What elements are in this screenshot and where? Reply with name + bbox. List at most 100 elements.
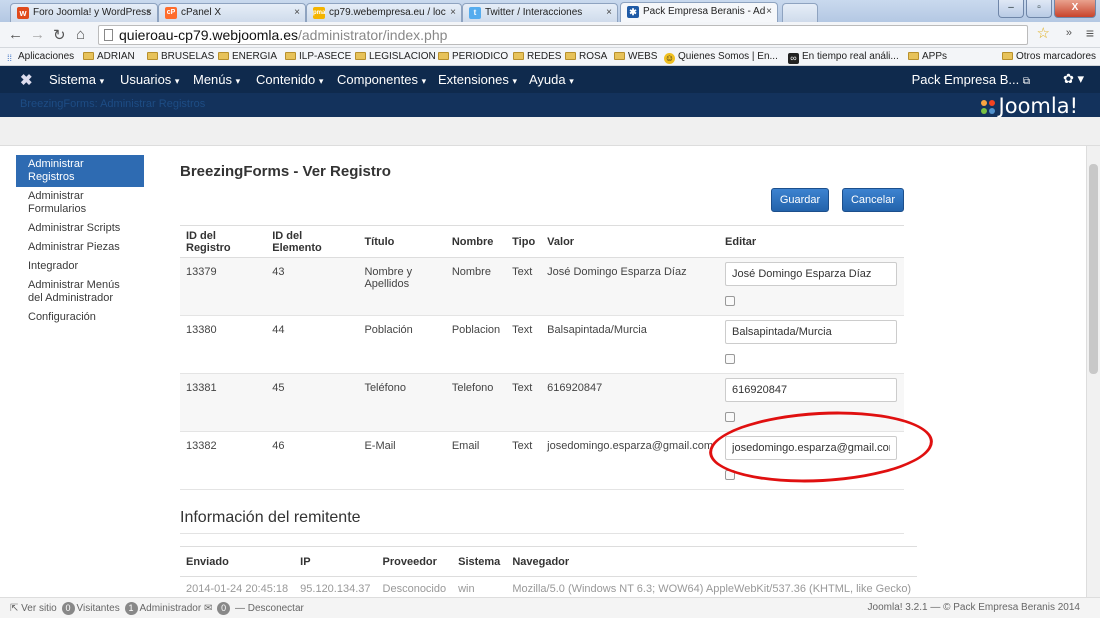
close-icon[interactable]: × — [766, 6, 772, 17]
mail-icon[interactable]: ✉ — [204, 603, 212, 614]
sidebar-item-formularios[interactable]: Administrar Formularios — [16, 187, 144, 219]
minimize-icon[interactable]: – — [998, 0, 1024, 18]
bookmark-folder[interactable]: ENERGIA — [218, 51, 277, 62]
column-header[interactable]: Valor — [541, 225, 720, 258]
cell-id: 13382 — [180, 431, 267, 490]
bookmark-star-icon[interactable]: ☆ — [1037, 24, 1050, 42]
browser-tab[interactable]: pma cp79.webempresa.eu / loc × — [306, 3, 462, 22]
window-close-icon[interactable]: X — [1054, 0, 1096, 18]
edit-value-input[interactable] — [725, 378, 898, 402]
joomla-x-icon[interactable]: ✖ — [20, 71, 33, 89]
cancel-button[interactable]: Cancelar — [842, 188, 904, 212]
back-arrow-icon[interactable]: ← — [8, 26, 23, 43]
menu-componentes[interactable]: Componentes ▾ — [337, 72, 426, 87]
joomla-favicon-icon: ✱ — [627, 6, 639, 18]
column-header[interactable]: Nombre — [445, 225, 507, 258]
caret-down-icon: ▾ — [318, 76, 324, 86]
status-left: ⇱ Ver sitio 0 Visitantes 1 Administrador ✉… — [10, 602, 304, 615]
bookmark-folder[interactable]: BRUSELAS — [147, 51, 214, 62]
close-icon[interactable]: × — [606, 7, 612, 18]
bookmark-label: Quienes Somos | En... — [678, 51, 778, 62]
page-icon — [104, 29, 113, 41]
reload-icon[interactable]: ↻ — [53, 26, 66, 44]
maximize-icon[interactable]: ▫ — [1026, 0, 1052, 18]
bookmark-link[interactable]: ☺ Quienes Somos | En... — [664, 51, 778, 64]
bookmark-folder[interactable]: LEGISLACION — [355, 51, 436, 62]
joomla-navbar: ✖ Sistema ▾ Usuarios ▾ Menús ▾ Contenido… — [0, 66, 1100, 93]
edit-value-input[interactable] — [725, 320, 898, 344]
records-table: ID del Registro ID del Elemento Título N… — [180, 225, 904, 490]
bookmark-folder[interactable]: WEBS — [614, 51, 657, 62]
folder-icon — [438, 52, 449, 60]
gear-icon[interactable]: ✿ ▾ — [1063, 71, 1084, 87]
browser-tab[interactable]: t Twitter / Interacciones × — [462, 3, 618, 22]
bookmark-folder-other[interactable]: Otros marcadores — [1002, 51, 1096, 62]
menu-extensiones[interactable]: Extensiones ▾ — [438, 72, 517, 87]
column-header: IP — [294, 546, 377, 577]
divider — [180, 533, 904, 534]
cell-name: Poblacion — [445, 315, 507, 374]
forward-arrow-icon[interactable]: → — [30, 26, 45, 43]
menu-ayuda[interactable]: Ayuda ▾ — [529, 72, 574, 87]
new-tab-button[interactable] — [782, 3, 818, 22]
edit-checkbox[interactable] — [725, 470, 736, 480]
close-icon[interactable]: × — [146, 7, 152, 18]
edit-checkbox[interactable] — [725, 354, 736, 364]
browser-tab-active[interactable]: ✱ Pack Empresa Beranis - Ad × — [620, 2, 778, 22]
sidebar-item-piezas[interactable]: Administrar Piezas — [16, 238, 144, 257]
bookmark-folder[interactable]: ADRIAN — [83, 51, 135, 62]
sidebar-item-registros[interactable]: Administrar Registros — [16, 155, 144, 187]
caret-down-icon: ▾ — [235, 76, 241, 86]
browser-menu-icon[interactable]: ≡ — [1086, 25, 1094, 41]
logout-link[interactable]: — Desconectar — [235, 603, 304, 614]
column-header[interactable]: Editar — [719, 225, 904, 258]
cell-element: 43 — [266, 257, 359, 316]
close-icon[interactable]: × — [450, 7, 456, 18]
column-header[interactable]: Tipo — [506, 225, 542, 258]
extensions-chevron-icon[interactable]: » — [1066, 27, 1072, 39]
table-row: 13381 45 Teléfono Telefono Text 61692084… — [180, 373, 904, 432]
sidebar-item-menus-admin[interactable]: Administrar Menús del Administrador — [16, 276, 144, 308]
menu-sistema[interactable]: Sistema ▾ — [49, 72, 104, 87]
edit-value-input[interactable] — [725, 436, 898, 460]
cell-value: José Domingo Esparza Díaz — [541, 257, 720, 316]
bookmark-apps[interactable]: ⁞⁞ Aplicaciones — [4, 51, 74, 64]
status-bar: ⇱ Ver sitio 0 Visitantes 1 Administrador ✉… — [0, 597, 1100, 618]
edit-checkbox[interactable] — [725, 412, 736, 422]
menu-contenido[interactable]: Contenido ▾ — [256, 72, 323, 87]
close-icon[interactable]: × — [294, 7, 300, 18]
bookmark-label: REDES — [527, 51, 562, 62]
scrollbar[interactable] — [1086, 146, 1100, 597]
sidebar-item-scripts[interactable]: Administrar Scripts — [16, 219, 144, 238]
edit-value-input[interactable] — [725, 262, 898, 286]
menu-usuarios[interactable]: Usuarios ▾ — [120, 72, 179, 87]
sidebar-item-configuracion[interactable]: Configuración — [16, 308, 144, 327]
column-header[interactable]: ID del Elemento — [266, 225, 359, 258]
home-icon[interactable]: ⌂ — [76, 26, 85, 43]
edit-checkbox[interactable] — [725, 296, 736, 306]
column-header[interactable]: Título — [358, 225, 446, 258]
phpmyadmin-favicon-icon: pma — [313, 7, 325, 19]
bookmark-folder[interactable]: PERIODICO — [438, 51, 508, 62]
save-button[interactable]: Guardar — [771, 188, 829, 212]
url-input[interactable]: quieroau-cp79.webjoomla.es/administrator… — [98, 25, 1028, 45]
view-site-link[interactable]: ⇱ Ver sitio — [10, 603, 57, 614]
column-header[interactable]: ID del Registro — [180, 225, 267, 258]
menu-menus[interactable]: Menús ▾ — [193, 72, 240, 87]
sidebar-item-integrador[interactable]: Integrador — [16, 257, 144, 276]
bookmark-folder[interactable]: ILP-ASECE — [285, 51, 351, 62]
bookmark-link[interactable]: ∞ En tiempo real análi... — [788, 51, 899, 64]
cell-value: Balsapintada/Murcia — [541, 315, 720, 374]
cell-value: josedomingo.esparza@gmail.com — [541, 431, 720, 490]
bookmark-label: Aplicaciones — [18, 51, 75, 62]
menu-label: Sistema — [49, 72, 96, 87]
browser-tab[interactable]: w Foro Joomla! y WordPress × — [10, 3, 158, 22]
cell-type: Text — [506, 315, 542, 374]
scrollbar-thumb[interactable] — [1089, 164, 1098, 374]
bookmark-folder[interactable]: APPs — [908, 51, 947, 62]
browser-tab[interactable]: cP cPanel X × — [158, 3, 306, 22]
bookmark-folder[interactable]: REDES — [513, 51, 561, 62]
bookmark-folder[interactable]: ROSA — [565, 51, 607, 62]
site-link[interactable]: Pack Empresa B... ⧉ — [912, 72, 1030, 87]
menu-label: Componentes — [337, 72, 418, 87]
